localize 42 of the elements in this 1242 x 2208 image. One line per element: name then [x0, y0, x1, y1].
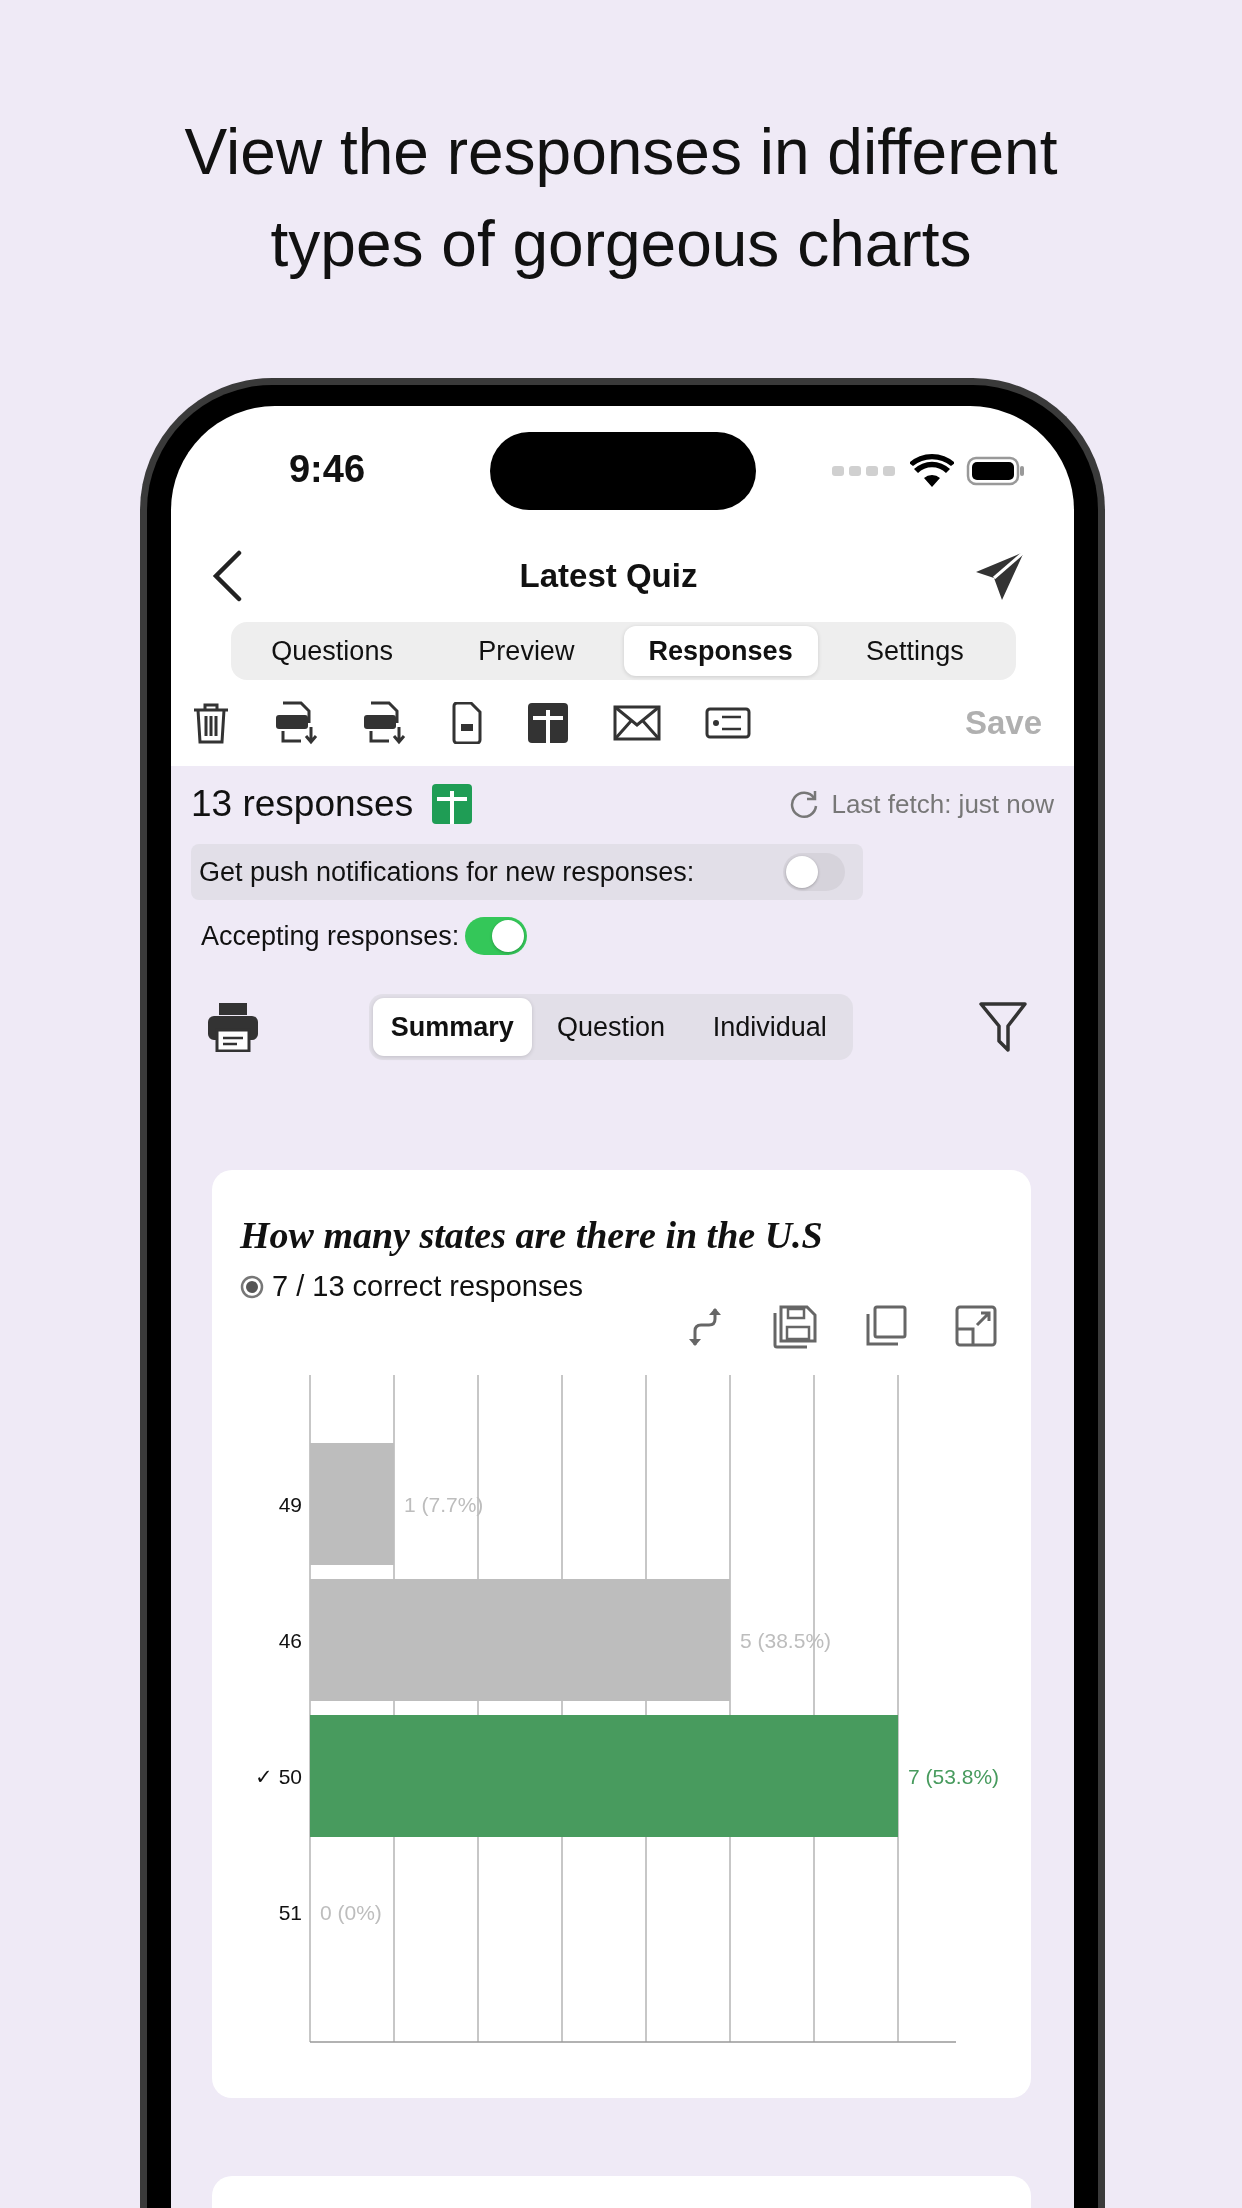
view-tab[interactable]: Question — [531, 998, 691, 1056]
push-label: Get push notifications for new responses: — [199, 856, 695, 888]
tab[interactable]: Settings — [817, 626, 1012, 676]
score-text: 7 / 13 correct responses — [272, 1270, 584, 1303]
spreadsheet-icon[interactable] — [527, 702, 569, 744]
last-fetch-text: Last fetch: just now — [831, 788, 1054, 820]
signal-icon — [832, 464, 898, 478]
category-label: 46 — [278, 1629, 302, 1652]
push-toggle[interactable] — [783, 853, 845, 891]
value-label: 0 (0%) — [320, 1901, 382, 1924]
wifi-icon — [910, 454, 954, 488]
save-icon[interactable] — [773, 1305, 817, 1349]
radio-icon — [240, 1274, 264, 1299]
battery-icon — [966, 456, 1026, 486]
trash-icon[interactable] — [191, 702, 231, 744]
value-label: 5 (38.5%) — [740, 1629, 832, 1652]
back-icon[interactable] — [211, 550, 243, 602]
paper-plane-icon[interactable] — [974, 550, 1026, 602]
printer-icon[interactable] — [207, 1002, 259, 1052]
mail-icon[interactable] — [613, 705, 661, 741]
category-label: 51 — [278, 1901, 302, 1924]
view-tab[interactable]: Summary — [373, 998, 532, 1056]
tab[interactable]: Responses — [623, 626, 818, 676]
expand-icon[interactable] — [955, 1305, 997, 1347]
view-tab[interactable]: Individual — [690, 998, 849, 1056]
filter-icon[interactable] — [978, 1001, 1028, 1053]
status-time: 9:46 — [287, 447, 367, 491]
headline: View the responses in different types of gorgeous charts — [183, 115, 1059, 282]
accepting-label: Accepting responses: — [201, 920, 460, 952]
response-count: 13 responses — [191, 783, 414, 825]
tab[interactable]: Questions — [235, 626, 430, 676]
value-label: 1 (7.7%) — [404, 1493, 484, 1516]
accepting-toggle[interactable] — [465, 917, 528, 955]
document-icon[interactable] — [451, 702, 483, 744]
refresh-icon[interactable] — [789, 789, 820, 819]
nav-title: Latest Quiz — [519, 557, 698, 595]
question-title: How many states are there in the U.S — [240, 1213, 824, 1258]
category-label: 49 — [278, 1493, 302, 1516]
value-label: 7 (53.8%) — [908, 1765, 1000, 1788]
copy-icon[interactable] — [865, 1305, 907, 1347]
category-label: ✓ 50 — [254, 1765, 302, 1788]
tab[interactable]: Preview — [429, 626, 624, 676]
